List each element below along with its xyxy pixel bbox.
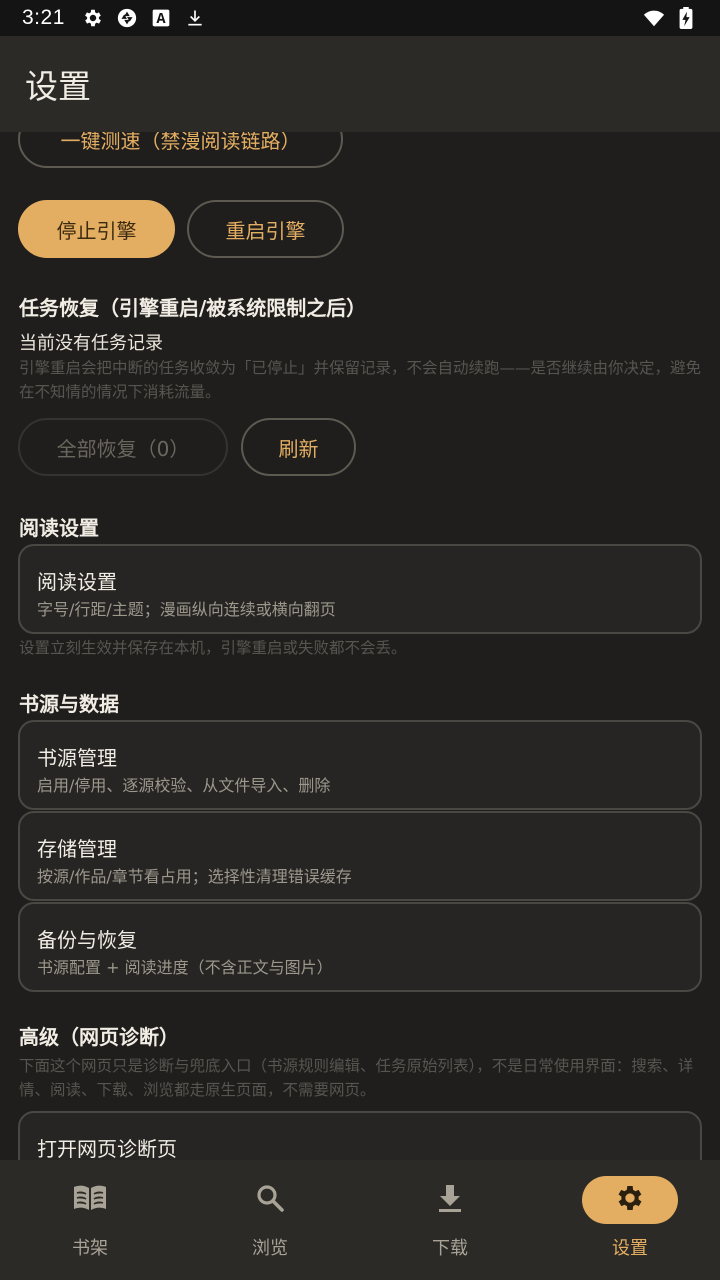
download-icon [183,6,207,30]
font-a-icon [149,6,173,30]
task-recovery-hint: 引擎重启会把中断的任务收敛为「已停止」并保留记录，不会自动续跑——是否继续由你决… [19,359,702,401]
aperture-icon [115,6,139,30]
sources-section-title: 书源与数据 [19,692,119,716]
stop-engine-button[interactable]: 停止引擎 [18,200,175,258]
nav-label: 浏览 [252,1238,288,1259]
card-title: 阅读设置 [37,570,117,594]
nav-item-browse[interactable]: 浏览 [180,1160,360,1280]
reading-settings-card[interactable]: 阅读设置 字号/行距/主题；漫画纵向连续或横向翻页 [18,544,702,634]
download-icon [437,1183,463,1217]
wifi-icon [642,6,666,30]
nav-label: 书架 [72,1238,108,1259]
nav-label: 下载 [432,1238,468,1259]
nav-pill [402,1176,498,1224]
settings-content[interactable]: 一键测速（禁漫阅读链路） 停止引擎 重启引擎 任务恢复（引擎重启/被系统限制之后… [0,132,720,1160]
status-bar: 3:21 [0,0,720,36]
gear-icon [614,1182,646,1218]
nav-pill [582,1176,678,1224]
nav-label: 设置 [612,1238,648,1259]
backup-restore-card[interactable]: 备份与恢复 书源配置 + 阅读进度（不含正文与图片） [18,902,702,992]
nav-item-settings[interactable]: 设置 [540,1160,720,1280]
open-web-diagnostics-card[interactable]: 打开网页诊断页 [18,1111,702,1160]
task-status-text: 当前没有任务记录 [19,333,163,354]
nav-item-bookshelf[interactable]: 书架 [0,1160,180,1280]
reading-hint: 设置立刻生效并保存在本机，引擎重启或失败都不会丢。 [19,639,407,657]
card-subtitle: 按源/作品/章节看占用；选择性清理错误缓存 [37,867,352,886]
card-title: 备份与恢复 [37,928,137,952]
restore-all-button[interactable]: 全部恢复（0） [18,418,228,476]
source-management-card[interactable]: 书源管理 启用/停用、逐源校验、从文件导入、删除 [18,720,702,810]
nav-pill [222,1176,318,1224]
book-icon [72,1183,108,1217]
status-time: 3:21 [22,6,65,29]
app-bar: 设置 [0,36,720,132]
speed-test-button[interactable]: 一键测速（禁漫阅读链路） [18,132,343,168]
card-title: 打开网页诊断页 [37,1137,177,1160]
search-icon [255,1183,285,1217]
card-title: 存储管理 [37,837,117,861]
gear-icon [81,6,105,30]
storage-management-card[interactable]: 存储管理 按源/作品/章节看占用；选择性清理错误缓存 [18,811,702,901]
advanced-hint: 下面这个网页只是诊断与兜底入口（书源规则编辑、任务原始列表），不是日常使用界面：… [19,1057,694,1099]
card-subtitle: 书源配置 + 阅读进度（不含正文与图片） [37,958,333,977]
card-title: 书源管理 [37,746,117,770]
page-title: 设置 [25,67,91,106]
card-subtitle: 启用/停用、逐源校验、从文件导入、删除 [37,776,331,795]
nav-pill [42,1176,138,1224]
advanced-section-title: 高级（网页诊断） [19,1025,179,1049]
card-subtitle: 字号/行距/主题；漫画纵向连续或横向翻页 [37,600,336,619]
bottom-navigation: 书架 浏览 下载 设置 [0,1160,720,1280]
reading-section-title: 阅读设置 [19,516,99,540]
battery-charging-icon [674,6,698,30]
refresh-button[interactable]: 刷新 [241,418,356,476]
restart-engine-button[interactable]: 重启引擎 [187,200,344,258]
task-recovery-title: 任务恢复（引擎重启/被系统限制之后） [19,296,367,320]
nav-item-downloads[interactable]: 下载 [360,1160,540,1280]
